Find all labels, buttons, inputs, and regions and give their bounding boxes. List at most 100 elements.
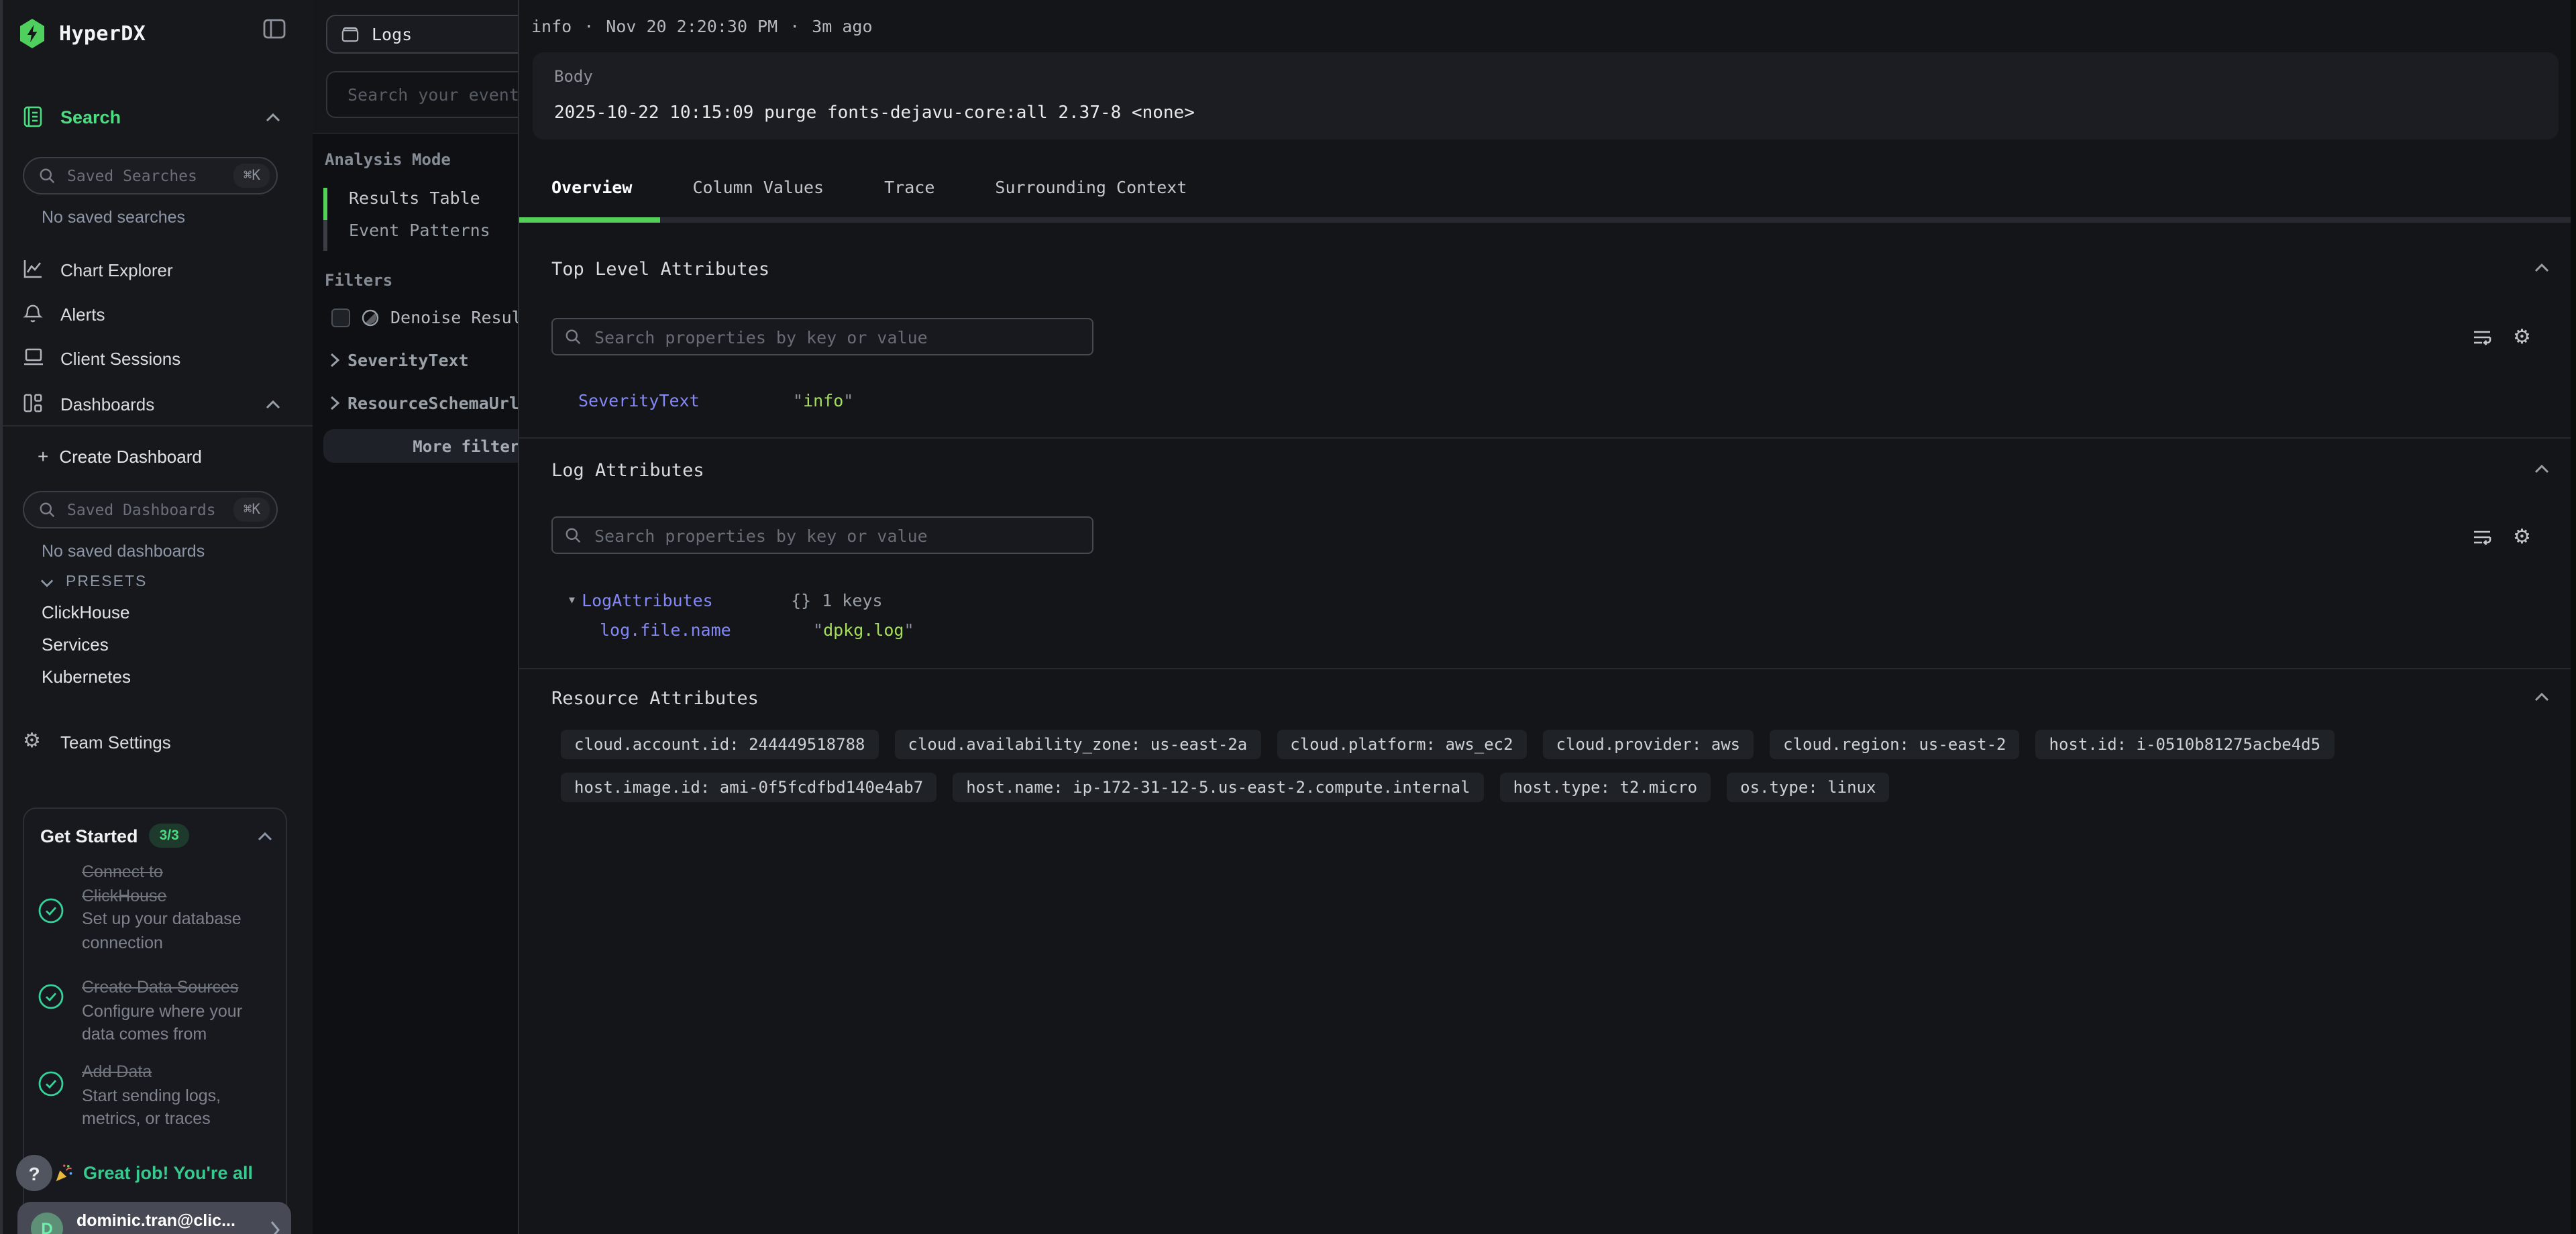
get-started-item[interactable]: Add Data Start sending logs, metrics, or… — [82, 1061, 248, 1131]
body-label: Body — [554, 67, 593, 86]
tab-overview[interactable]: Overview — [551, 177, 632, 197]
preset-kubernetes[interactable]: Kubernetes — [42, 667, 131, 687]
inactive-mode-indicator — [323, 220, 327, 251]
active-mode-indicator — [323, 188, 327, 220]
sidebar-item-search[interactable]: Search — [0, 102, 313, 131]
sidebar-collapse-icon[interactable] — [263, 19, 286, 39]
event-relative-time: 3m ago — [812, 16, 872, 36]
event-search-input[interactable] — [345, 83, 518, 106]
denoise-checkbox[interactable] — [331, 308, 350, 327]
chevron-right-icon — [330, 396, 339, 410]
attribute-key[interactable]: SeverityText — [578, 390, 793, 410]
sidebar-item-team-settings[interactable]: ⚙ Team Settings — [0, 727, 313, 756]
create-dashboard-button[interactable]: + Create Dashboard — [38, 445, 202, 467]
resource-chip[interactable]: cloud.availability_zone: us-east-2a — [895, 730, 1261, 759]
property-searchbox[interactable] — [551, 318, 1093, 355]
caret-down-icon[interactable]: ▾ — [569, 593, 575, 608]
completion-message: Great job! You're all — [54, 1163, 253, 1183]
saved-dashboards-input[interactable] — [64, 499, 225, 520]
get-started-item[interactable]: Create Data Sources Configure where your… — [82, 976, 248, 1047]
tab-column-values[interactable]: Column Values — [692, 177, 824, 197]
laptop-icon — [23, 347, 43, 369]
sidebar-item-label: Dashboards — [60, 394, 154, 414]
window-left-edge — [0, 0, 3, 1234]
gear-icon: ⚙ — [23, 731, 43, 752]
search-journal-icon — [23, 106, 43, 127]
mode-event-patterns[interactable]: Event Patterns — [349, 220, 490, 240]
attribute-tree-root: ▾ LogAttributes {} 1 keys — [569, 590, 883, 610]
no-saved-searches-text: No saved searches — [42, 208, 185, 227]
section-title-top-level: Top Level Attributes — [551, 259, 769, 280]
source-select[interactable]: Logs — [326, 15, 518, 54]
attribute-key[interactable]: LogAttributes — [582, 590, 791, 610]
saved-searches-input[interactable] — [64, 165, 225, 186]
active-tab-underline — [519, 217, 660, 222]
bell-icon — [23, 303, 43, 325]
dashboard-grid-icon — [23, 393, 43, 414]
event-detail-panel: info · Nov 20 2:20:30 PM · 3m ago Body 2… — [518, 0, 2576, 1234]
sidebar-item-dashboards[interactable]: Dashboards — [0, 389, 313, 418]
chevron-up-icon — [258, 831, 272, 840]
attribute-value[interactable]: info — [803, 390, 843, 410]
sidebar-item-client-sessions[interactable]: Client Sessions — [0, 343, 313, 373]
gear-icon[interactable]: ⚙ — [2513, 327, 2531, 347]
saved-searches-searchbox[interactable]: ⌘K — [23, 157, 278, 194]
tab-trace[interactable]: Trace — [884, 177, 934, 197]
help-button[interactable]: ? — [16, 1155, 52, 1191]
mode-results-table[interactable]: Results Table — [349, 188, 480, 208]
scrollbar-gutter[interactable] — [2571, 0, 2576, 1234]
hyperdx-logo-icon — [19, 19, 46, 48]
chevron-right-icon — [330, 353, 339, 368]
sidebar: HyperDX Search ⌘K — [0, 0, 313, 1234]
event-search-box[interactable] — [326, 71, 518, 118]
get-started-item[interactable]: Connect to ClickHouse Set up your databa… — [82, 861, 248, 955]
progress-badge: 3/3 — [149, 824, 190, 848]
collapse-section-icon[interactable] — [2534, 692, 2549, 702]
source-select-value: Logs — [372, 24, 412, 44]
preset-services[interactable]: Services — [42, 634, 109, 655]
resource-chip[interactable]: host.id: i-0510b81275acbe4d5 — [2036, 730, 2334, 759]
analysis-mode-label: Analysis Mode — [325, 150, 451, 169]
collapse-section-icon[interactable] — [2534, 464, 2549, 473]
body-card: Body 2025-10-22 10:15:09 purge fonts-dej… — [533, 52, 2559, 139]
resource-chip[interactable]: cloud.account.id: 244449518788 — [561, 730, 879, 759]
sidebar-item-label: Client Sessions — [60, 348, 180, 368]
collapse-section-icon[interactable] — [2534, 263, 2549, 272]
detail-tabs: Overview Column Values Trace Surrounding… — [551, 177, 1187, 197]
get-started-card: Get Started 3/3 Connect to ClickHouse Se… — [23, 807, 287, 1226]
property-searchbox[interactable] — [551, 516, 1093, 554]
tab-surrounding-context[interactable]: Surrounding Context — [995, 177, 1187, 197]
wrap-lines-icon[interactable] — [2471, 327, 2493, 347]
attribute-key[interactable]: log.file.name — [600, 620, 813, 640]
resource-chip[interactable]: cloud.region: us-east-2 — [1770, 730, 2019, 759]
denoise-results-option[interactable]: Denoise Results — [331, 307, 518, 327]
preset-clickhouse[interactable]: ClickHouse — [42, 602, 130, 622]
chevron-up-icon — [266, 399, 280, 408]
shortcut-badge: ⌘K — [234, 498, 270, 522]
resource-chip[interactable]: cloud.platform: aws_ec2 — [1277, 730, 1526, 759]
gear-icon[interactable]: ⚙ — [2513, 527, 2531, 547]
sidebar-item-label: Alerts — [60, 304, 105, 324]
attribute-row: log.file.name "dpkg.log" — [600, 620, 914, 640]
presets-toggle[interactable]: PRESETS — [40, 574, 147, 590]
wrap-lines-icon[interactable] — [2471, 527, 2493, 547]
tabs-underline — [519, 217, 2571, 222]
sidebar-item-chart-explorer[interactable]: Chart Explorer — [0, 255, 313, 284]
more-filters-button[interactable]: More filters — [323, 429, 518, 463]
resource-chip[interactable]: host.image.id: ami-0f5fcdfbd140e4ab7 — [561, 773, 936, 802]
property-search-input[interactable] — [592, 524, 1080, 547]
get-started-title: Get Started — [40, 826, 138, 846]
resource-chip[interactable]: host.name: ip-172-31-12-5.us-east-2.comp… — [953, 773, 1483, 802]
resource-chip[interactable]: os.type: linux — [1727, 773, 1889, 802]
user-account-button[interactable]: D dominic.tran@clic... dominic.tran@clic… — [17, 1202, 291, 1234]
filter-group-resourceschemaurl[interactable]: ResourceSchemaUrl — [330, 393, 518, 413]
get-started-header[interactable]: Get Started 3/3 — [40, 824, 272, 848]
avatar: D — [31, 1213, 63, 1234]
resource-chip[interactable]: cloud.provider: aws — [1543, 730, 1754, 759]
filter-group-severitytext[interactable]: SeverityText — [330, 350, 469, 370]
property-search-input[interactable] — [592, 325, 1080, 348]
resource-chip[interactable]: host.type: t2.micro — [1500, 773, 1711, 802]
sidebar-item-alerts[interactable]: Alerts — [0, 299, 313, 329]
attribute-value[interactable]: dpkg.log — [823, 620, 904, 640]
saved-dashboards-searchbox[interactable]: ⌘K — [23, 491, 278, 528]
